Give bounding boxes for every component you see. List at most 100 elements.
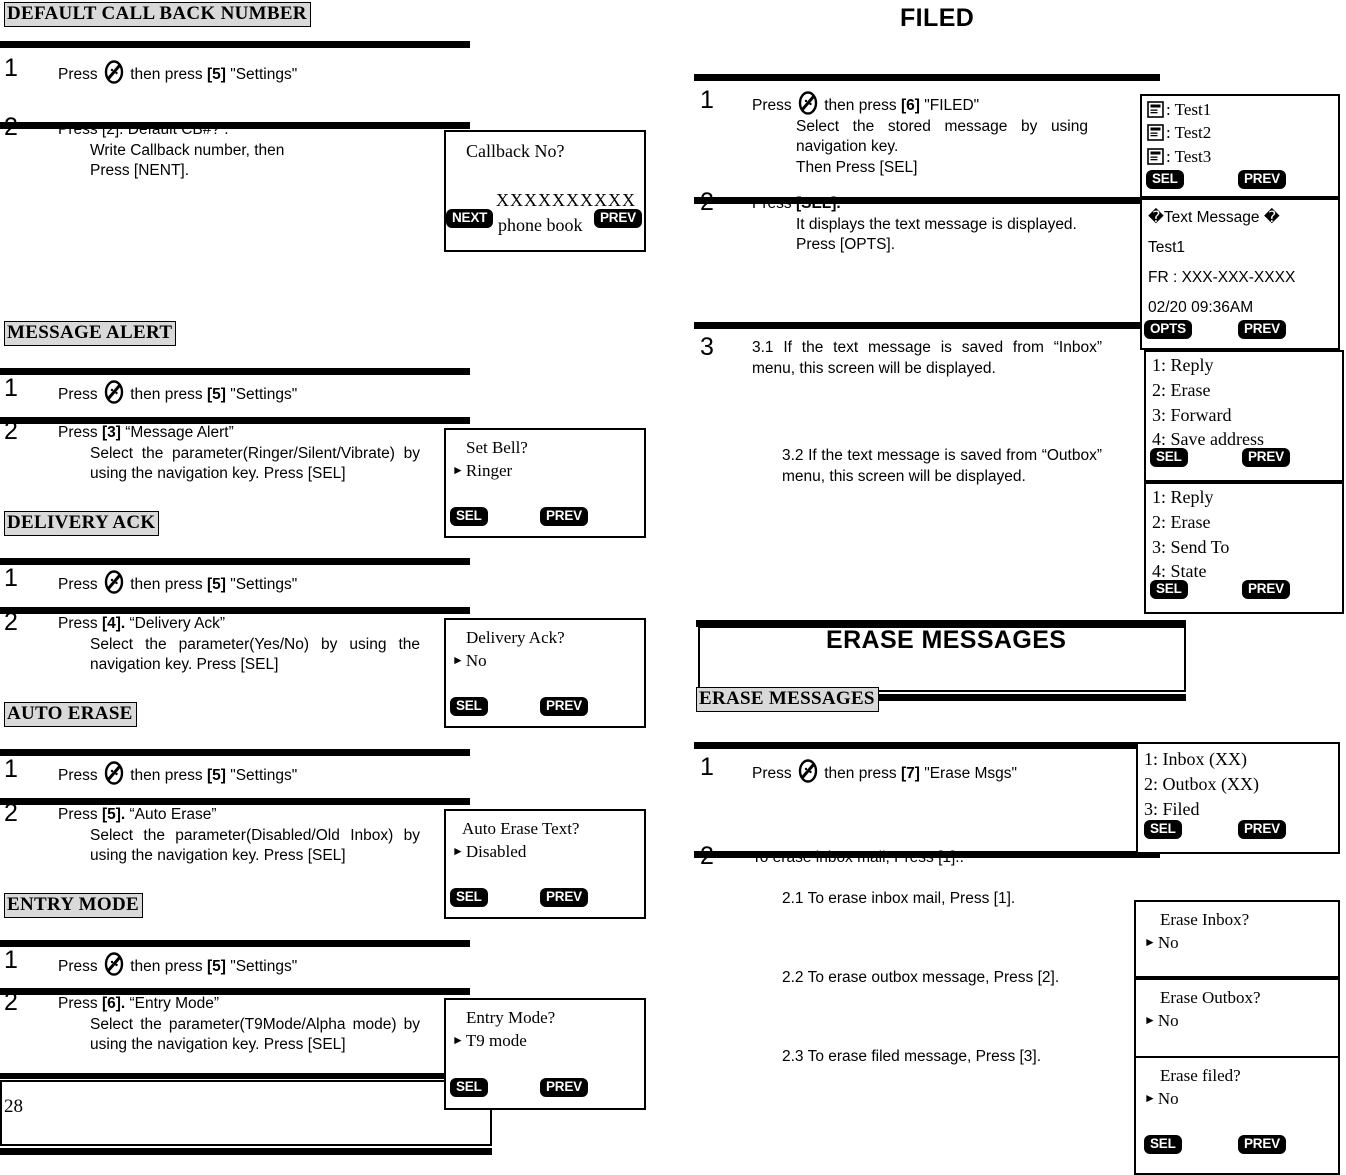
softkey-sel[interactable]: SEL	[1150, 448, 1188, 467]
selection-arrow-icon: ►	[452, 844, 464, 859]
step-text: Press then press [5] "Settings"	[58, 570, 458, 596]
lcd-value-text: Ringer	[465, 461, 513, 481]
softkey-next[interactable]: NEXT	[446, 209, 494, 228]
softkey-sel[interactable]: SEL	[450, 507, 488, 526]
step-press-word: Press	[58, 66, 98, 83]
softkey-prev[interactable]: PREV	[540, 888, 588, 907]
section-heading-auto-erase: AUTO ERASE	[4, 702, 137, 727]
step-text-2: 3.2 If the text message is saved from “O…	[782, 447, 1102, 485]
step-detail: Select the stored message by using navig…	[796, 117, 1088, 156]
rule	[0, 749, 470, 756]
lcd-option: 1: Reply	[1152, 355, 1214, 375]
step-text: Press [2]. Default CB#? . Write Callback…	[58, 120, 438, 182]
page-number: 28	[4, 1096, 23, 1117]
step-number: 2	[4, 799, 18, 827]
softkey-prev[interactable]: PREV	[1238, 1135, 1286, 1154]
navigation-key-icon	[104, 570, 124, 594]
lcd-value-text: No	[1157, 933, 1179, 953]
softkey-sel[interactable]: SEL	[1150, 580, 1188, 599]
lcd-screen-erase-inbox: Erase Inbox? ► No	[1134, 900, 1340, 978]
softkey-sel[interactable]: SEL	[450, 697, 488, 716]
step-key: [5]	[206, 66, 226, 83]
lcd-title: �Text Message �	[1148, 209, 1280, 226]
softkey-sel[interactable]: SEL	[450, 888, 488, 907]
step-key: [5]	[206, 576, 226, 593]
lcd-value: ► No	[446, 649, 644, 672]
message-document-icon	[1147, 124, 1164, 142]
section-heading-default-call-back-number: DEFAULT CALL BACK NUMBER	[4, 2, 311, 27]
lcd-value: ► No	[1136, 1009, 1338, 1032]
selection-arrow-icon: ►	[452, 1033, 464, 1048]
rule	[0, 41, 470, 48]
step-number: 2	[700, 842, 714, 870]
step-key: [5]	[206, 386, 226, 403]
navigation-key-icon	[104, 60, 124, 84]
softkey-prev[interactable]: PREV	[1238, 170, 1286, 189]
step-key: [6]	[900, 97, 920, 114]
lcd-value-text: Disabled	[465, 842, 527, 862]
softkey-prev[interactable]: PREV	[540, 697, 588, 716]
lcd-value: ► Ringer	[446, 459, 644, 482]
step-number: 1	[700, 753, 714, 781]
softkey-prev[interactable]: PREV	[594, 209, 642, 228]
lcd-list-row: : Test3	[1142, 145, 1338, 168]
step-substep-1: 2.1 To erase inbox mail, Press [1].	[782, 890, 1016, 907]
step-number: 1	[4, 374, 18, 402]
lcd-option: 1: Inbox (XX)	[1144, 749, 1247, 769]
lcd-list-row: : Test1	[1142, 96, 1338, 121]
lcd-value: ► No	[1136, 931, 1338, 954]
softkey-prev[interactable]: PREV	[540, 507, 588, 526]
step-number: 1	[4, 564, 18, 592]
step-key: [6].	[101, 995, 126, 1012]
step-key-label: “Auto Erase”	[129, 806, 217, 823]
lcd-screen-erase-outbox: Erase Outbox? ► No	[1134, 978, 1340, 1058]
step-press-word: Press	[58, 995, 98, 1012]
softkey-prev[interactable]: PREV	[1242, 580, 1290, 599]
softkey-sel[interactable]: SEL	[1144, 820, 1182, 839]
step-then-press: then press	[130, 958, 203, 975]
softkey-prev[interactable]: PREV	[1238, 820, 1286, 839]
step-key-label: "Settings"	[230, 958, 298, 975]
selection-arrow-icon: ►	[1144, 1091, 1156, 1106]
step-key: [3]	[101, 424, 121, 441]
step-press-word: Press	[58, 958, 98, 975]
footer-box	[0, 1080, 492, 1146]
step-text: Press then press [5] "Settings"	[58, 60, 458, 86]
step-press-word: Press	[58, 806, 98, 823]
rule	[0, 122, 470, 129]
step-key: [5]	[206, 767, 226, 784]
step-press-word: Press	[58, 424, 98, 441]
softkey-opts[interactable]: OPTS	[1144, 320, 1192, 339]
softkey-sel[interactable]: SEL	[1144, 1135, 1182, 1154]
step-detail: It displays the text message is displaye…	[796, 215, 1077, 233]
step-then-press: then press	[130, 576, 203, 593]
selection-arrow-icon: ►	[1144, 935, 1156, 950]
rule	[694, 742, 1160, 749]
step-text: Press then press [7] "Erase Msgs"	[752, 759, 1152, 785]
step-press-word: Press	[752, 97, 792, 114]
softkey-sel[interactable]: SEL	[1146, 170, 1184, 189]
step-then-press: then press	[130, 66, 203, 83]
step-text: Press [3] “Message Alert” Select the par…	[58, 423, 420, 485]
step-key: [7]	[900, 765, 920, 782]
softkey-sel[interactable]: SEL	[450, 1078, 488, 1097]
softkey-prev[interactable]: PREV	[1238, 320, 1286, 339]
lcd-title: Erase Inbox?	[1160, 910, 1250, 929]
lcd-value-text: No	[1157, 1011, 1179, 1031]
step-press-word: Press	[58, 767, 98, 784]
softkey-prev[interactable]: PREV	[1242, 448, 1290, 467]
step-line-3: Press [NENT].	[90, 162, 190, 180]
lcd-option: 2: Outbox (XX)	[1144, 773, 1259, 794]
softkey-prev[interactable]: PREV	[540, 1078, 588, 1097]
section-heading-delivery-ack: DELIVERY ACK	[4, 511, 160, 536]
lcd-option: 2: Erase	[1152, 379, 1211, 400]
lcd-body: Test1	[1148, 239, 1186, 257]
rule	[0, 798, 470, 805]
lcd-list-label: : Test3	[1166, 146, 1212, 166]
step-number: 1	[4, 946, 18, 974]
lcd-title: Auto Erase Text?	[462, 819, 580, 838]
step-text: Press then press [5] "Settings"	[58, 952, 458, 978]
rule	[0, 1148, 492, 1155]
step-detail: Select the parameter(Yes/No) by using th…	[90, 635, 420, 674]
step-key-label: “Entry Mode”	[129, 995, 220, 1012]
